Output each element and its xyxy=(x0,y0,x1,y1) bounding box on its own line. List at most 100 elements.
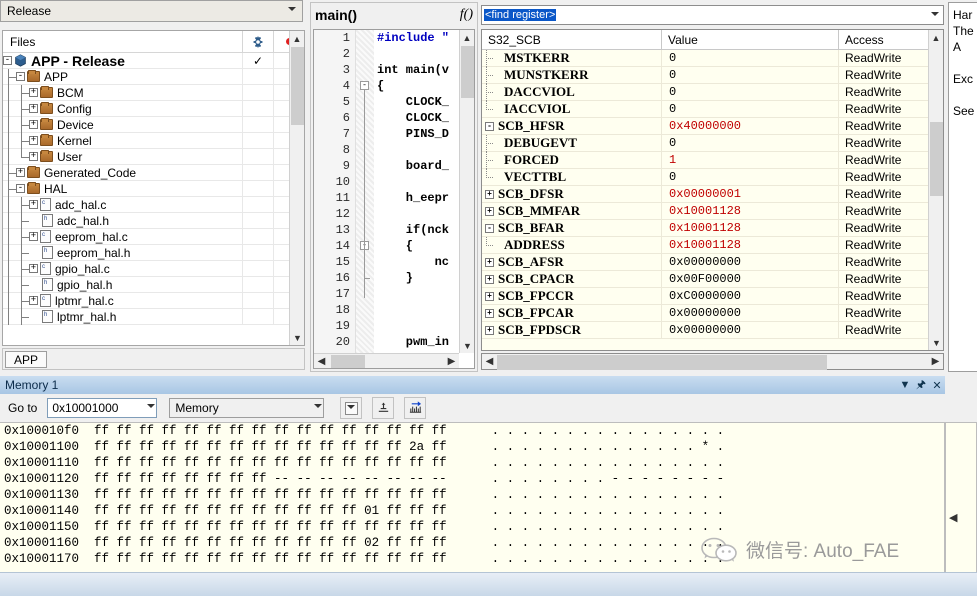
register-row[interactable]: +SCB_AFSR0x00000000ReadWrite xyxy=(482,254,943,271)
register-horizontal-scrollbar[interactable]: ◀ ▶ xyxy=(481,353,944,370)
fold-toggle[interactable]: - xyxy=(360,81,369,90)
tab-app[interactable]: APP xyxy=(5,351,47,368)
register-expander[interactable]: + xyxy=(485,190,494,199)
register-value-cell[interactable]: 0x00F00000 xyxy=(662,271,839,288)
register-expander[interactable]: - xyxy=(485,224,494,233)
scroll-down-icon[interactable]: ▼ xyxy=(290,330,305,345)
register-expander[interactable]: - xyxy=(485,122,494,131)
tree-item-lptmr-hal-h[interactable]: hlptmr_hal.h xyxy=(3,309,304,325)
tree-expander[interactable]: + xyxy=(29,296,38,305)
scroll-down-icon[interactable]: ▼ xyxy=(929,335,944,350)
editor-scroll-thumb[interactable] xyxy=(461,46,474,98)
memory-row[interactable]: 0x10001140 ff ff ff ff ff ff ff ff ff ff… xyxy=(0,503,944,519)
register-name-cell[interactable]: -SCB_BFAR xyxy=(482,220,662,237)
scroll-up-icon[interactable]: ▲ xyxy=(929,30,943,45)
register-row[interactable]: -SCB_BFAR0x10001128ReadWrite xyxy=(482,220,943,237)
scroll-left-icon[interactable]: ◀ xyxy=(482,356,497,367)
register-value-cell[interactable]: 0 xyxy=(662,169,839,186)
register-row[interactable]: +SCB_FPCAR0x00000000ReadWrite xyxy=(482,305,943,322)
memory-row[interactable]: 0x10001120 ff ff ff ff ff ff ff ff -- --… xyxy=(0,471,944,487)
register-row[interactable]: MUNSTKERR0ReadWrite xyxy=(482,67,943,84)
register-row[interactable]: +SCB_CPACR0x00F00000ReadWrite xyxy=(482,271,943,288)
register-value-cell[interactable]: 0x00000000 xyxy=(662,305,839,322)
memory-kind-selector[interactable]: Memory xyxy=(169,398,324,418)
files-vertical-scrollbar[interactable]: ▲ ▼ xyxy=(289,31,304,345)
register-name-cell[interactable]: +SCB_DFSR xyxy=(482,186,662,203)
tree-item-gpio-hal-c[interactable]: +cgpio_hal.c xyxy=(3,261,304,277)
tree-item-config[interactable]: +Config xyxy=(3,101,304,117)
register-name-cell[interactable]: IACCVIOL xyxy=(482,101,662,118)
memory-row[interactable]: 0x10001110 ff ff ff ff ff ff ff ff ff ff… xyxy=(0,455,944,471)
register-row[interactable]: +SCB_DFSR0x00000001ReadWrite xyxy=(482,186,943,203)
tree-expander[interactable]: + xyxy=(29,136,38,145)
memory-bytes[interactable]: ff ff ff ff ff ff ff ff ff ff ff ff 02 f… xyxy=(94,536,447,550)
register-value-cell[interactable]: 0x00000000 xyxy=(662,322,839,339)
register-grid[interactable]: S32_SCB Value Access MSTKERR0ReadWriteMU… xyxy=(481,29,944,351)
files-scroll-thumb[interactable] xyxy=(291,47,304,125)
register-row[interactable]: +SCB_FPDSCR0x00000000ReadWrite xyxy=(482,322,943,339)
register-value-cell[interactable]: 0x10001128 xyxy=(662,237,839,254)
tree-expander[interactable]: + xyxy=(29,152,38,161)
tree-expander[interactable]: + xyxy=(29,264,38,273)
tree-item-lptmr-hal-c[interactable]: +clptmr_hal.c xyxy=(3,293,304,309)
chevron-down-icon[interactable] xyxy=(314,401,323,415)
memory-row[interactable]: 0x10001160 ff ff ff ff ff ff ff ff ff ff… xyxy=(0,535,944,551)
close-icon[interactable]: ✕ xyxy=(929,379,945,392)
scroll-up-icon[interactable]: ▲ xyxy=(460,30,474,45)
editor-hscroll-thumb[interactable] xyxy=(331,355,365,368)
register-name-cell[interactable]: +SCB_FPCAR xyxy=(482,305,662,322)
tree-expander[interactable]: + xyxy=(29,88,38,97)
tree-expander[interactable]: + xyxy=(29,120,38,129)
register-scroll-thumb[interactable] xyxy=(930,122,943,196)
register-value-cell[interactable]: 0x00000000 xyxy=(662,254,839,271)
register-name-cell[interactable]: +SCB_FPDSCR xyxy=(482,322,662,339)
tree-item-user[interactable]: +User xyxy=(3,149,304,165)
memory-bytes[interactable]: ff ff ff ff ff ff ff ff ff ff ff ff 01 f… xyxy=(94,504,447,518)
memory-fill-icon[interactable] xyxy=(372,397,394,419)
register-name-cell[interactable]: +SCB_MMFAR xyxy=(482,203,662,220)
scroll-down-icon[interactable]: ▼ xyxy=(460,338,475,353)
register-vertical-scrollbar[interactable]: ▲ ▼ xyxy=(928,30,943,350)
register-value-cell[interactable]: 0xC0000000 xyxy=(662,288,839,305)
tree-item-device[interactable]: +Device xyxy=(3,117,304,133)
register-value-cell[interactable]: 0 xyxy=(662,135,839,152)
configuration-selector[interactable]: Release xyxy=(0,0,303,22)
memory-export-icon[interactable] xyxy=(404,397,426,419)
register-row[interactable]: DEBUGEVT0ReadWrite xyxy=(482,135,943,152)
memory-bytes[interactable]: ff ff ff ff ff ff ff ff ff ff ff ff ff f… xyxy=(94,552,447,566)
scroll-left-icon[interactable]: ◀ xyxy=(314,356,329,367)
scroll-right-icon[interactable]: ▶ xyxy=(444,356,459,367)
register-value-cell[interactable]: 0 xyxy=(662,50,839,67)
column-header-value[interactable]: Value xyxy=(662,30,839,49)
tree-item-adc-hal-h[interactable]: hadc_hal.h xyxy=(3,213,304,229)
register-value-cell[interactable]: 0x00000001 xyxy=(662,186,839,203)
tree-item-generated-code[interactable]: +Generated_Code xyxy=(3,165,304,181)
dropdown-menu-button[interactable] xyxy=(340,397,362,419)
register-row[interactable]: +SCB_MMFAR0x10001128ReadWrite xyxy=(482,203,943,220)
tree-expander[interactable]: + xyxy=(29,200,38,209)
chevron-down-icon[interactable]: ▼ xyxy=(897,379,913,391)
gear-icon[interactable] xyxy=(242,31,273,52)
register-hscroll-thumb[interactable] xyxy=(497,355,827,370)
register-expander[interactable]: + xyxy=(485,275,494,284)
editor-body[interactable]: 1234567891011121314151617181920 -- #incl… xyxy=(313,29,475,369)
register-row[interactable]: +SCB_FPCCR0xC0000000ReadWrite xyxy=(482,288,943,305)
scroll-up-icon[interactable]: ▲ xyxy=(290,31,304,46)
pin-icon[interactable]: 🖈 xyxy=(913,376,929,395)
register-name-cell[interactable]: VECTTBL xyxy=(482,169,662,186)
memory-bytes[interactable]: ff ff ff ff ff ff ff ff ff ff ff ff ff f… xyxy=(94,424,447,438)
tree-expander[interactable]: + xyxy=(29,232,38,241)
register-row[interactable]: VECTTBL0ReadWrite xyxy=(482,169,943,186)
tree-item-bcm[interactable]: +BCM xyxy=(3,85,304,101)
register-row[interactable]: DACCVIOL0ReadWrite xyxy=(482,84,943,101)
tree-expander[interactable]: - xyxy=(3,56,12,65)
column-header-name[interactable]: S32_SCB xyxy=(482,30,662,49)
tree-item-kernel[interactable]: +Kernel xyxy=(3,133,304,149)
register-row[interactable]: FORCED1ReadWrite xyxy=(482,152,943,169)
register-row[interactable]: -SCB_HFSR0x40000000ReadWrite xyxy=(482,118,943,135)
tree-expander[interactable]: - xyxy=(16,72,25,81)
chevron-down-icon[interactable] xyxy=(147,401,156,415)
files-tree[interactable]: -APP - Release✓-APP+BCM+Config+Device+Ke… xyxy=(3,53,304,325)
tree-expander[interactable]: - xyxy=(16,184,25,193)
memory-row[interactable]: 0x10001150 ff ff ff ff ff ff ff ff ff ff… xyxy=(0,519,944,535)
